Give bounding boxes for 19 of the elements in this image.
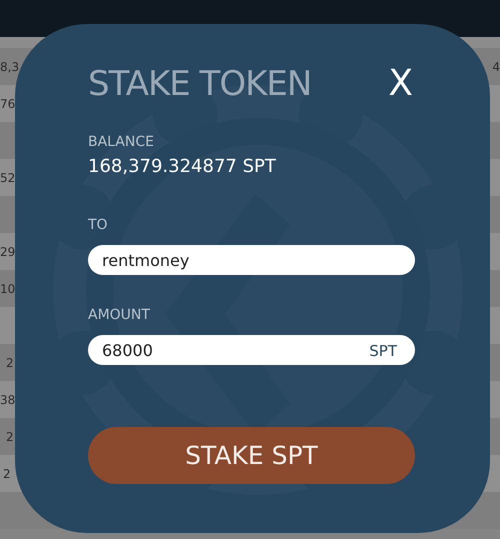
stake-button[interactable]: STAKE SPT xyxy=(88,427,415,484)
table-cell: 52 xyxy=(0,170,16,184)
table-cell: 76 xyxy=(0,96,16,110)
table-cell: 38 xyxy=(0,392,16,406)
to-field[interactable]: rentmoney xyxy=(88,245,415,275)
balance-value: 168,379.324877 SPT xyxy=(88,156,277,177)
table-cell: 2 xyxy=(3,466,11,480)
table-cell: 8,3 xyxy=(0,60,20,74)
unit-label: SPT xyxy=(369,342,397,360)
table-cell: 10 xyxy=(0,282,16,296)
table-cell: 2 xyxy=(6,356,14,370)
amount-label: AMOUNT xyxy=(88,307,151,323)
table-cell: 4 xyxy=(492,60,500,74)
balance-label: BALANCE xyxy=(88,134,155,150)
table-cell: 2 xyxy=(6,430,14,444)
close-button[interactable]: X xyxy=(386,66,415,102)
table-cell: 29 xyxy=(0,244,16,258)
to-label: TO xyxy=(88,217,109,233)
dialog-title: STAKE TOKEN xyxy=(88,64,312,104)
